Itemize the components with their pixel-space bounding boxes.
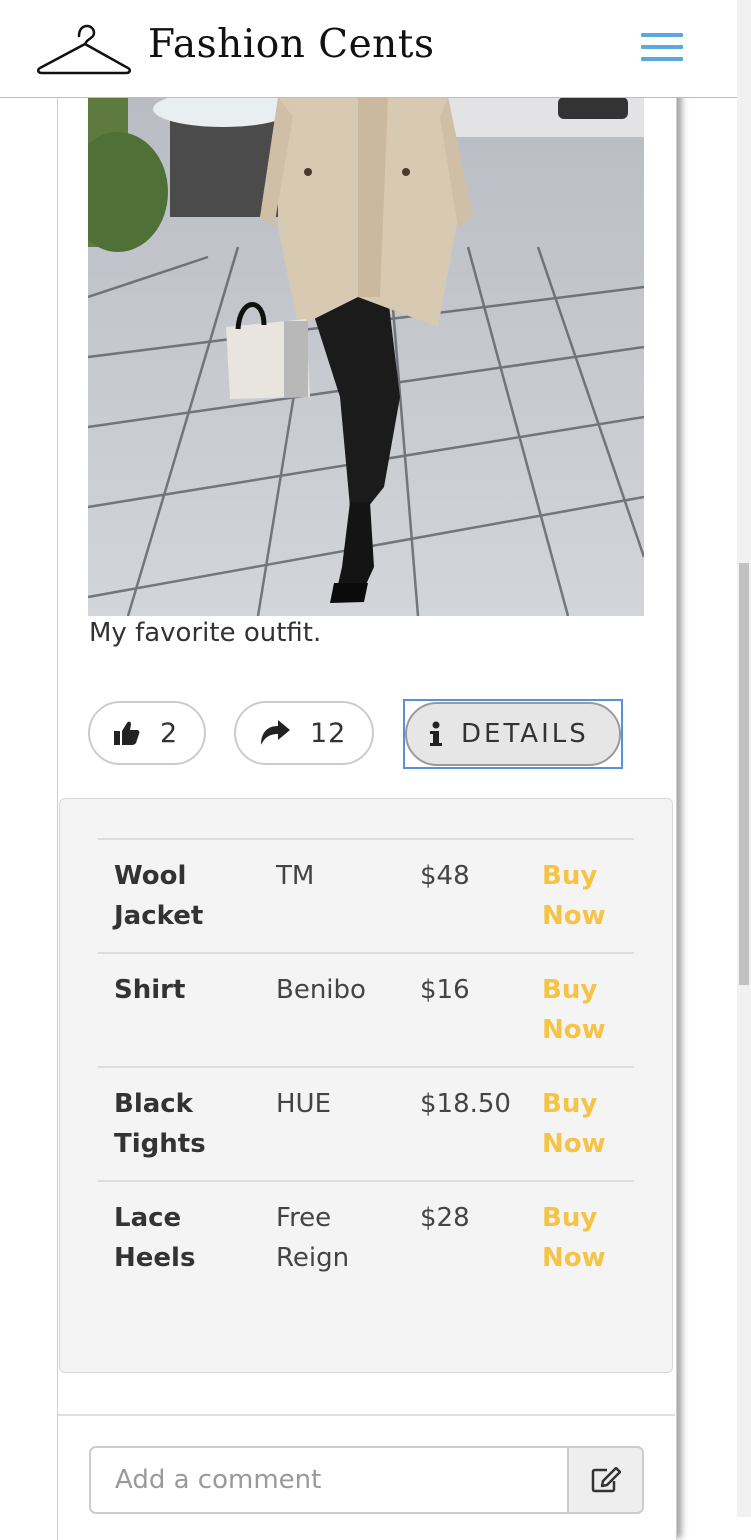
- item-name: Shirt: [114, 975, 186, 1005]
- item-brand: Free Reign: [276, 1203, 350, 1273]
- section-divider: [58, 1414, 675, 1416]
- details-button[interactable]: DETAILS: [405, 702, 621, 766]
- item-brand: TM: [276, 861, 315, 891]
- table-row: Black Tights HUE $18.50 Buy Now: [98, 1066, 634, 1180]
- buy-now-link[interactable]: Buy Now: [542, 856, 622, 936]
- pencil-square-icon: [591, 1467, 621, 1493]
- hamburger-menu-icon[interactable]: [638, 30, 686, 64]
- item-brand: HUE: [276, 1089, 332, 1119]
- like-count: 2: [160, 717, 179, 749]
- item-price: $48: [420, 861, 470, 891]
- item-price: $18.50: [420, 1089, 511, 1119]
- item-brand: Benibo: [276, 975, 366, 1005]
- page-scrollbar[interactable]: [737, 0, 751, 1517]
- thumbs-up-icon: [114, 721, 140, 745]
- details-label: DETAILS: [461, 719, 589, 749]
- table-row: Wool Jacket TM $48 Buy Now: [98, 838, 634, 952]
- comment-submit-button[interactable]: [567, 1448, 642, 1512]
- like-button[interactable]: 2: [88, 701, 206, 765]
- item-price: $28: [420, 1203, 470, 1233]
- buy-now-link[interactable]: Buy Now: [542, 970, 622, 1050]
- scrollbar-thumb[interactable]: [739, 563, 749, 985]
- item-name: Wool Jacket: [114, 861, 204, 931]
- buy-now-link[interactable]: Buy Now: [542, 1198, 622, 1278]
- comment-input-group: [89, 1446, 644, 1514]
- item-name: Lace Heels: [114, 1203, 196, 1273]
- share-count: 12: [310, 717, 347, 749]
- post-caption: My favorite outfit.: [89, 618, 322, 648]
- item-name: Black Tights: [114, 1089, 206, 1159]
- table-row: Shirt Benibo $16 Buy Now: [98, 952, 634, 1066]
- brand-title[interactable]: Fashion Cents: [148, 22, 435, 67]
- info-icon: [430, 721, 442, 746]
- comment-input[interactable]: [91, 1448, 567, 1512]
- share-arrow-icon: [261, 720, 290, 745]
- outfit-photo: [88, 97, 644, 616]
- item-price: $16: [420, 975, 470, 1005]
- hanger-icon: [37, 24, 131, 75]
- top-navbar: Fashion Cents: [0, 0, 737, 98]
- table-row: Lace Heels Free Reign $28 Buy Now: [98, 1180, 634, 1294]
- buy-now-link[interactable]: Buy Now: [542, 1084, 622, 1164]
- share-button[interactable]: 12: [234, 701, 374, 765]
